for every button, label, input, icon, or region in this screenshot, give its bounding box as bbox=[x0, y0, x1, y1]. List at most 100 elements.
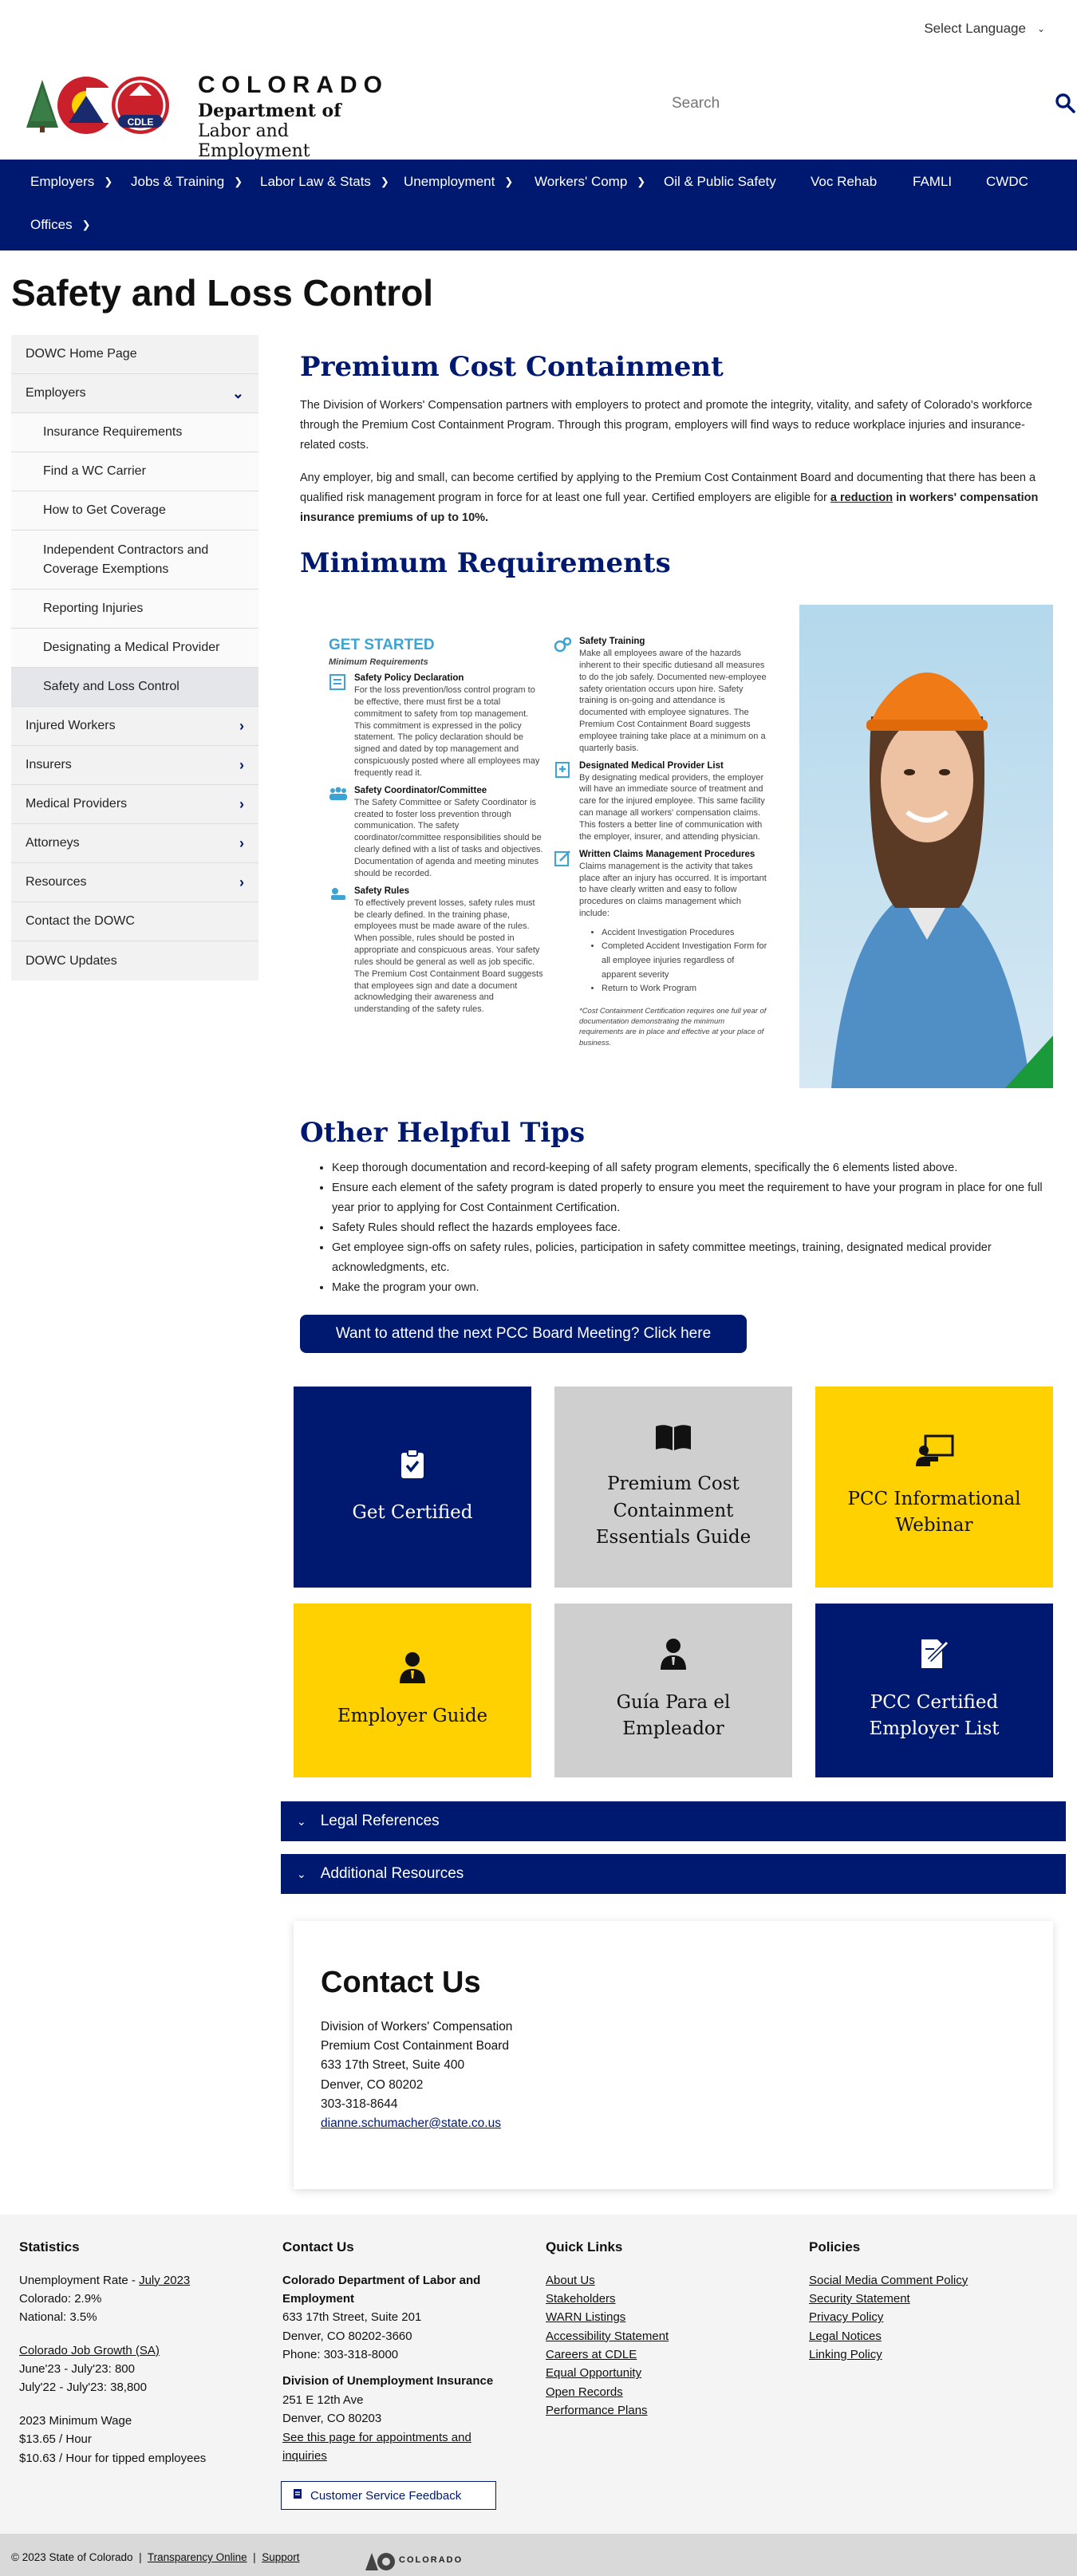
sidebar-item-safety-loss-control[interactable]: Safety and Loss Control bbox=[11, 668, 258, 707]
footer-link[interactable]: Social Media Comment Policy bbox=[809, 2274, 968, 2287]
info-block-title: Safety Coordinator/Committee bbox=[354, 785, 487, 795]
sidebar-item-label: Medical Providers bbox=[26, 797, 128, 811]
nav-item-unemployment[interactable]: Unemployment ❯ bbox=[404, 174, 513, 190]
tile-guia-empleador[interactable]: Guía Para el Empleador bbox=[554, 1604, 792, 1777]
tile-certified-employer-list[interactable]: PCC Certified Employer List bbox=[815, 1604, 1053, 1777]
search-icon[interactable] bbox=[1055, 93, 1075, 117]
colorado-footer-logo[interactable]: COLORADO bbox=[364, 2550, 475, 2576]
tile-get-certified[interactable]: Get Certified bbox=[294, 1387, 531, 1588]
info-block-title: Safety Policy Declaration bbox=[354, 673, 464, 683]
tile-essentials-guide[interactable]: Premium Cost Containment Essentials Guid… bbox=[554, 1387, 792, 1588]
certified-doc-icon bbox=[918, 1638, 950, 1678]
contact-line: Denver, CO 80202 bbox=[321, 2077, 424, 2092]
sidebar-item-designating-medical[interactable]: Designating a Medical Provider bbox=[11, 629, 258, 668]
sidebar-item-find-carrier[interactable]: Find a WC Carrier bbox=[11, 452, 258, 491]
nav-item-famli[interactable]: FAMLI bbox=[913, 174, 952, 190]
appointments-link[interactable]: See this page for appointments and inqui… bbox=[282, 2431, 471, 2463]
cdle-logo[interactable]: CDLE COLORADO Department of Labor and Em… bbox=[22, 64, 405, 161]
reduction-link[interactable]: a reduction bbox=[830, 491, 893, 504]
stat-value: $13.65 / Hour bbox=[19, 2432, 92, 2447]
search-input[interactable] bbox=[637, 88, 1020, 120]
sidebar-item-attorneys[interactable]: Attorneys › bbox=[11, 824, 258, 863]
sidebar-item-reporting-injuries[interactable]: Reporting Injuries bbox=[11, 590, 258, 629]
info-block-title: Written Claims Management Procedures bbox=[579, 849, 755, 859]
sidebar-item-label: Attorneys bbox=[26, 836, 80, 850]
nav-item-oil-public-safety[interactable]: Oil & Public Safety bbox=[664, 174, 776, 190]
unemployment-rate-link[interactable]: July 2023 bbox=[139, 2274, 190, 2287]
sidebar-item-insurance-requirements[interactable]: Insurance Requirements bbox=[11, 413, 258, 452]
infographic-title: GET STARTED bbox=[329, 637, 435, 653]
sidebar-item-insurers[interactable]: Insurers › bbox=[11, 746, 258, 785]
sidebar-item-employers[interactable]: Employers ⌄ bbox=[11, 374, 258, 413]
info-block-text: Make all employees aware of the hazards … bbox=[579, 649, 767, 753]
accordion-additional-resources[interactable]: ⌄ Additional Resources bbox=[281, 1854, 1066, 1894]
infographic-subtitle: Minimum Requirements bbox=[329, 657, 428, 667]
logo-dept-line1: Department of bbox=[198, 101, 341, 121]
training-icon bbox=[554, 637, 573, 755]
contact-email-link[interactable]: dianne.schumacher@state.co.us bbox=[321, 2116, 501, 2130]
support-link[interactable]: Support bbox=[262, 2551, 299, 2563]
footer-link[interactable]: Stakeholders bbox=[546, 2292, 616, 2306]
sidebar-item-contact-dowc[interactable]: Contact the DOWC bbox=[11, 902, 258, 941]
footer-link[interactable]: Legal Notices bbox=[809, 2329, 882, 2343]
tile-pcc-webinar[interactable]: PCC Informational Webinar bbox=[815, 1387, 1053, 1588]
info-block: Safety Training Make all employees aware … bbox=[554, 637, 769, 755]
contact-line: 633 17th Street, Suite 400 bbox=[321, 2058, 465, 2073]
stat-value: $10.63 / Hour for tipped employees bbox=[19, 2451, 207, 2465]
footer-address: Denver, CO 80203 bbox=[282, 2412, 382, 2426]
sidebar-item-resources[interactable]: Resources › bbox=[11, 863, 258, 902]
tile-label: Premium Cost Containment Essentials Guid… bbox=[595, 1473, 752, 1548]
list-item: Return to Work Program bbox=[602, 982, 769, 996]
job-growth-link[interactable]: Colorado Job Growth (SA) bbox=[19, 2344, 160, 2357]
sidebar-item-label: Employers bbox=[26, 386, 86, 400]
language-selector[interactable]: Select Language ⌄ bbox=[924, 21, 1045, 37]
list-item: Make the program your own. bbox=[332, 1278, 1050, 1298]
footer-link[interactable]: Open Records bbox=[546, 2385, 623, 2399]
transparency-link[interactable]: Transparency Online bbox=[148, 2551, 247, 2563]
medical-list-icon bbox=[554, 761, 573, 843]
person-icon bbox=[398, 1651, 427, 1691]
nav-item-labor-law-stats[interactable]: Labor Law & Stats ❯ bbox=[260, 174, 389, 190]
sidebar-item-label: How to Get Coverage bbox=[43, 503, 166, 517]
accordion-legal-references[interactable]: ⌄ Legal References bbox=[281, 1801, 1066, 1841]
sidebar-item-medical-providers[interactable]: Medical Providers › bbox=[11, 785, 258, 824]
chevron-right-icon: › bbox=[239, 717, 244, 734]
nav-item-offices[interactable]: Offices ❯ bbox=[30, 217, 91, 233]
footer-link[interactable]: Privacy Policy bbox=[809, 2310, 883, 2324]
footer-org: Colorado Department of Labor and Employm… bbox=[282, 2273, 481, 2306]
nav-item-label: Employers bbox=[30, 174, 95, 189]
footer-link[interactable]: Accessibility Statement bbox=[546, 2329, 669, 2343]
sidebar-item-independent-contractors[interactable]: Independent Contractors and Coverage Exe… bbox=[11, 531, 258, 590]
main-nav: Employers ❯ Jobs & Training ❯ Labor Law & … bbox=[0, 160, 1077, 250]
pcc-board-meeting-button[interactable]: Want to attend the next PCC Board Meetin… bbox=[300, 1315, 747, 1353]
footer-link[interactable]: Linking Policy bbox=[809, 2348, 882, 2361]
nav-item-voc-rehab[interactable]: Voc Rehab bbox=[811, 174, 877, 190]
sidebar-item-get-coverage[interactable]: How to Get Coverage bbox=[11, 491, 258, 531]
footer-address: Denver, CO 80202-3660 bbox=[282, 2329, 412, 2343]
footer-phone: Phone: 303-318-8000 bbox=[282, 2348, 399, 2362]
tile-label: Get Certified bbox=[352, 1501, 473, 1523]
tile-employer-guide[interactable]: Employer Guide bbox=[294, 1604, 531, 1777]
sidebar-item-dowc-updates[interactable]: DOWC Updates bbox=[11, 941, 258, 980]
nav-item-cwdc[interactable]: CWDC bbox=[986, 174, 1028, 190]
list-item: Get employee sign-offs on safety rules, … bbox=[332, 1238, 1050, 1278]
footer-link[interactable]: Security Statement bbox=[809, 2292, 910, 2306]
nav-item-jobs-training[interactable]: Jobs & Training ❯ bbox=[131, 174, 243, 190]
tile-label: Guía Para el Empleador bbox=[616, 1691, 731, 1740]
sidebar-item-injured-workers[interactable]: Injured Workers › bbox=[11, 707, 258, 746]
footer-link[interactable]: Performance Plans bbox=[546, 2404, 648, 2417]
sidebar-item-label: Insurers bbox=[26, 758, 72, 771]
footer-link[interactable]: WARN Listings bbox=[546, 2310, 625, 2324]
footer-link[interactable]: About Us bbox=[546, 2274, 595, 2287]
contact-line: 303-318-8644 bbox=[321, 2097, 398, 2111]
customer-feedback-button[interactable]: Customer Service Feedback bbox=[281, 2481, 496, 2510]
nav-item-label: CWDC bbox=[986, 174, 1028, 189]
sidebar-item-dowc-home[interactable]: DOWC Home Page bbox=[11, 335, 258, 374]
footer-link[interactable]: Equal Opportunity bbox=[546, 2366, 641, 2380]
nav-item-workers-comp[interactable]: Workers' Comp ❯ bbox=[535, 174, 645, 190]
footer-policies: Policies Social Media Comment Policy Sec… bbox=[809, 2237, 1048, 2364]
section-heading-minimum: Minimum Requirements bbox=[300, 546, 671, 579]
feedback-button-label: Customer Service Feedback bbox=[310, 2488, 462, 2503]
nav-item-employers[interactable]: Employers ❯ bbox=[30, 174, 112, 190]
footer-link[interactable]: Careers at CDLE bbox=[546, 2348, 637, 2361]
